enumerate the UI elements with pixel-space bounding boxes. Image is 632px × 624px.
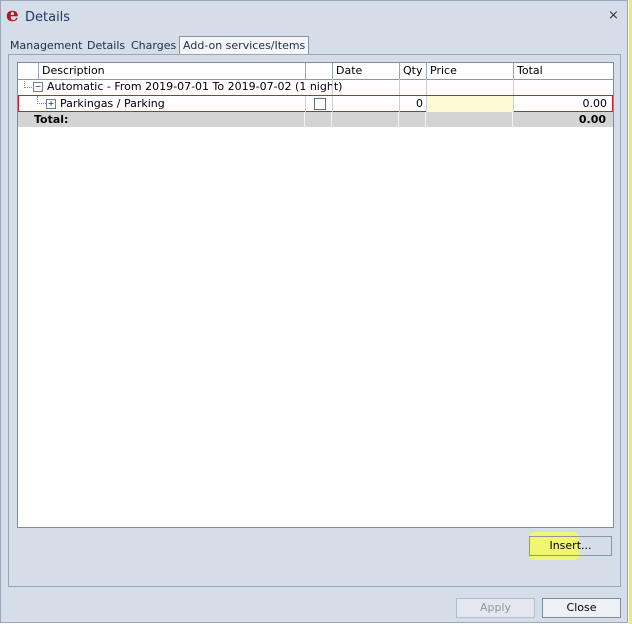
window-title: Details: [25, 10, 71, 25]
check-cell: [305, 96, 333, 112]
divider: [513, 79, 514, 95]
header-indent: [18, 63, 38, 79]
divider: [331, 112, 332, 128]
tab-details[interactable]: Details: [84, 37, 128, 54]
details-dialog: e Details ⨯ Management Details Charges A…: [0, 0, 628, 623]
expand-icon[interactable]: +: [46, 99, 56, 109]
total-value: 0.00: [512, 112, 613, 128]
tab-add-on-services[interactable]: Add-on services/Items: [179, 36, 310, 54]
tree-connector: [37, 96, 46, 104]
column-price[interactable]: Price: [426, 63, 513, 79]
item-qty[interactable]: 0: [399, 96, 427, 112]
column-description[interactable]: Description: [38, 63, 305, 79]
app-logo-icon: e: [6, 2, 19, 26]
divider: [332, 79, 333, 95]
divider: [304, 112, 305, 128]
item-price[interactable]: [426, 96, 514, 112]
insert-button[interactable]: Insert...: [529, 536, 612, 556]
close-button[interactable]: Close: [542, 598, 621, 618]
divider: [425, 112, 426, 128]
column-qty[interactable]: Qty: [399, 63, 426, 79]
grid-header: Description Date Qty Price Total: [18, 63, 613, 80]
close-window-icon[interactable]: ⨯: [608, 8, 619, 23]
item-date[interactable]: [332, 96, 400, 112]
divider: [399, 79, 400, 95]
item-total: 0.00: [513, 96, 612, 112]
apply-button[interactable]: Apply: [456, 598, 535, 618]
group-description: Automatic - From 2019-07-01 To 2019-07-0…: [47, 80, 343, 93]
column-check[interactable]: [305, 63, 332, 79]
column-date[interactable]: Date: [332, 63, 399, 79]
divider: [398, 112, 399, 128]
group-row-automatic[interactable]: − Automatic - From 2019-07-01 To 2019-07…: [18, 79, 613, 95]
total-row: Total: 0.00: [18, 112, 613, 128]
column-total[interactable]: Total: [513, 63, 613, 79]
items-grid: Description Date Qty Price Total − Autom…: [17, 62, 614, 528]
tab-management[interactable]: Management: [7, 37, 85, 54]
item-checkbox[interactable]: [314, 98, 326, 110]
item-row-parking[interactable]: + Parkingas / Parking 0 0.00: [18, 95, 613, 112]
total-label: Total:: [34, 113, 69, 126]
item-description: Parkingas / Parking: [60, 97, 165, 110]
divider: [426, 79, 427, 95]
title-bar: e Details ⨯: [1, 1, 627, 31]
collapse-icon[interactable]: −: [33, 82, 43, 92]
tab-charges[interactable]: Charges: [128, 37, 179, 54]
